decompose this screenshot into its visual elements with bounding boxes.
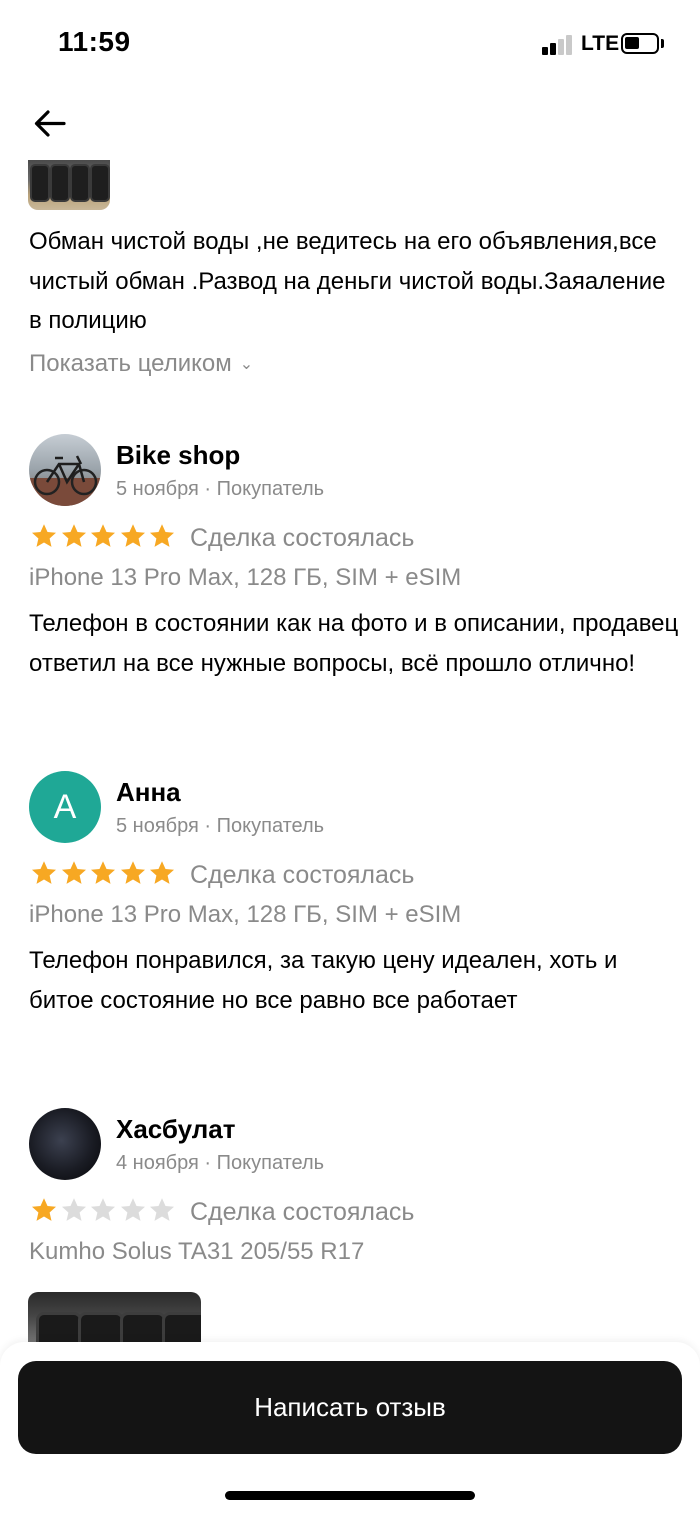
review-text: Телефон в состоянии как на фото и в опис…	[29, 610, 679, 677]
reviewer-name[interactable]: Bike shop	[116, 440, 240, 471]
star-filled-icon	[32, 524, 56, 547]
status-time: 11:59	[58, 26, 131, 57]
star-filled-icon	[120, 524, 145, 547]
bottom-panel: Написать отзыв	[0, 1342, 700, 1515]
deal-status: Сделка состоялась	[190, 524, 415, 552]
avatar[interactable]: А	[29, 771, 101, 843]
star-filled-icon	[150, 524, 174, 547]
reviews-list[interactable]: Обман чистой воды ,не ведитесь на его об…	[0, 160, 700, 1350]
star-empty-icon	[61, 1198, 86, 1221]
product-name: iPhone 13 Pro Max, 128 ГБ, SIM + eSIM	[29, 901, 462, 928]
star-empty-icon	[150, 1198, 174, 1221]
deal-status: Сделка состоялась	[190, 1198, 415, 1226]
bicycle-icon	[29, 455, 101, 506]
signal-icon	[542, 35, 574, 55]
show-more-label: Показать целиком	[29, 350, 232, 377]
rating-stars	[30, 859, 178, 887]
product-name: Kumho Solus TA31 205/55 R17	[29, 1238, 365, 1265]
status-bar: 11:59 LTE	[0, 0, 700, 90]
chevron-down-icon: ⌄	[239, 356, 254, 373]
rating-stars	[30, 1196, 178, 1224]
reviewer-name[interactable]: Хасбулат	[116, 1114, 235, 1145]
review-photo[interactable]	[28, 160, 110, 210]
product-name: iPhone 13 Pro Max, 128 ГБ, SIM + eSIM	[29, 564, 462, 591]
review-meta: 5 ноября · Покупатель	[116, 478, 325, 500]
avatar[interactable]	[29, 434, 101, 506]
rating-stars	[30, 522, 178, 550]
avatar[interactable]	[29, 1108, 101, 1180]
star-filled-icon	[61, 861, 86, 884]
write-review-button[interactable]: Написать отзыв	[18, 1361, 682, 1454]
star-filled-icon	[150, 861, 174, 884]
home-indicator	[225, 1491, 475, 1500]
review-text: Телефон понравился, за такую цену идеале…	[29, 947, 618, 1014]
star-filled-icon	[91, 524, 115, 547]
battery-icon	[621, 33, 659, 54]
deal-status: Сделка состоялась	[190, 861, 415, 889]
star-filled-icon	[32, 1198, 56, 1221]
network-type: LTE	[581, 32, 620, 55]
show-more-link[interactable]: Показать целиком ⌄	[29, 350, 253, 378]
star-filled-icon	[91, 861, 115, 884]
star-filled-icon	[120, 861, 145, 884]
star-filled-icon	[32, 861, 56, 884]
star-empty-icon	[120, 1198, 145, 1221]
star-empty-icon	[91, 1198, 115, 1221]
reviewer-name[interactable]: Анна	[116, 777, 181, 808]
arrow-left-icon	[34, 110, 66, 137]
review-meta: 4 ноября · Покупатель	[116, 1152, 325, 1174]
back-button[interactable]	[30, 104, 70, 144]
star-filled-icon	[61, 524, 86, 547]
review-text: Обман чистой воды ,не ведитесь на его об…	[29, 228, 666, 334]
review-meta: 5 ноября · Покупатель	[116, 815, 325, 837]
